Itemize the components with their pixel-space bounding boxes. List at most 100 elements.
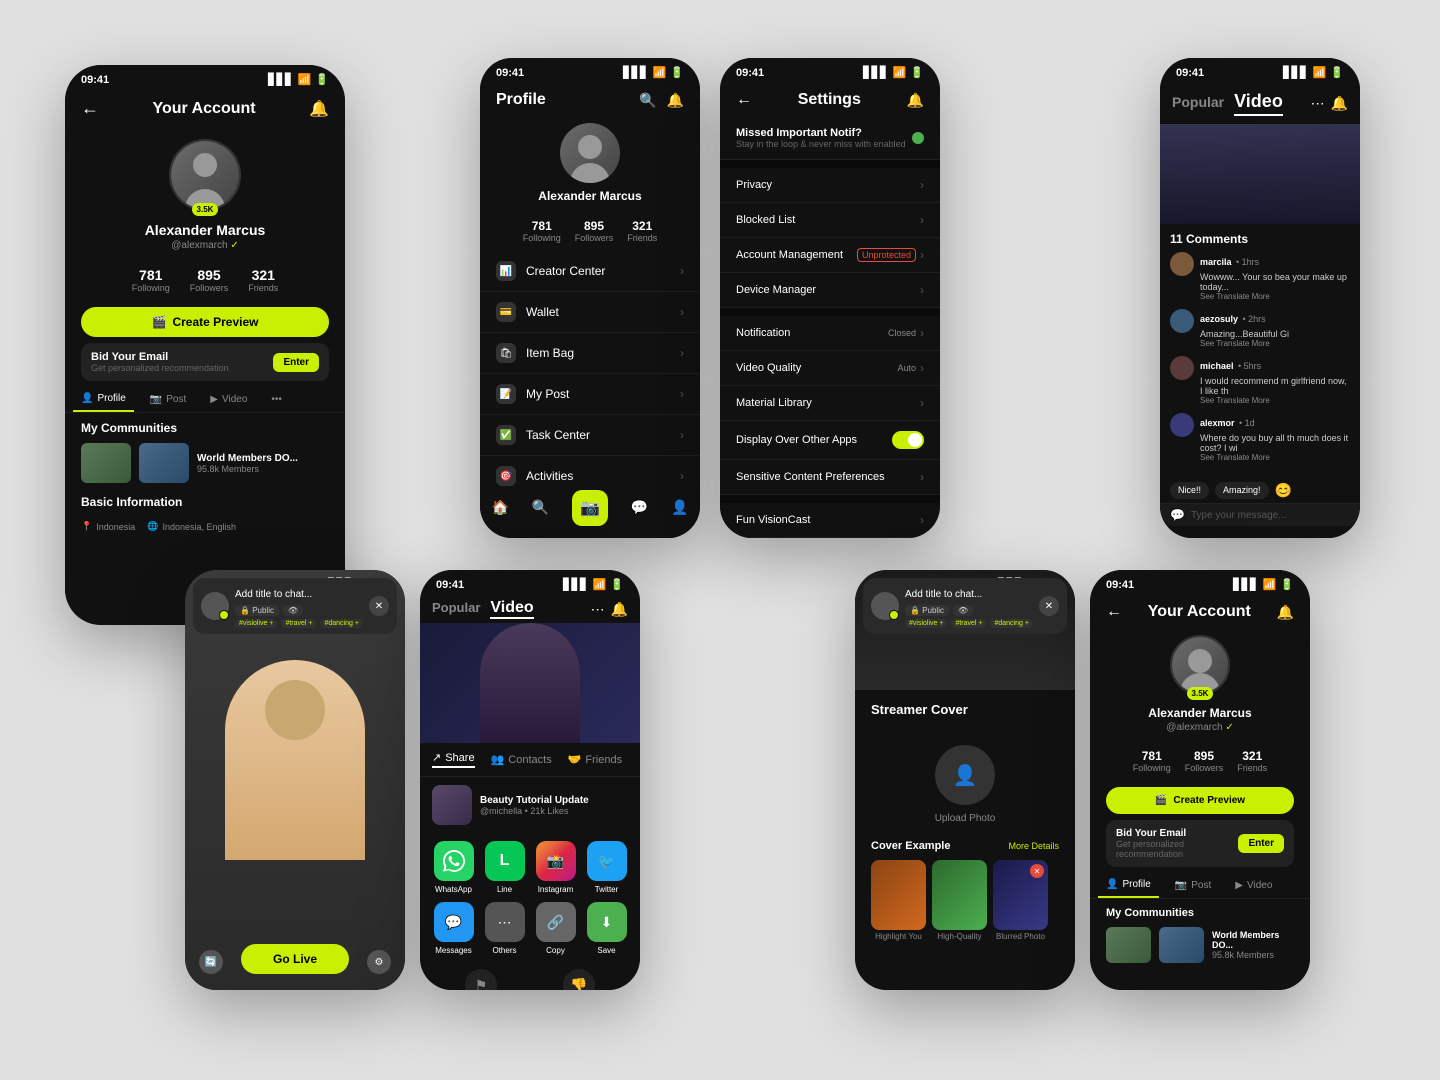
settings-device[interactable]: Device Manager › [720,273,940,308]
delete-cover-icon[interactable]: ✕ [1030,864,1044,878]
settings-visioncast[interactable]: Fun VisionCast › [720,503,940,538]
reaction-emoji[interactable]: 😊 [1275,482,1292,499]
share-tab-contacts[interactable]: 👥 Contacts [491,751,552,768]
settings-account-mgmt[interactable]: Account Management Unprotected › [720,238,940,273]
cover-example-3[interactable]: ✕ Blurred Photo [993,860,1048,941]
reaction-amazing[interactable]: Amazing! [1215,482,1269,499]
cover-example-2[interactable]: High-Quality [932,860,987,941]
app-instagram[interactable]: 📸 Instagram [534,841,577,894]
app-save[interactable]: ⬇ Save [585,902,628,955]
tab-post-8[interactable]: 📷Post [1167,873,1219,898]
reaction-nice[interactable]: Nice!! [1170,482,1209,499]
options-icon-6[interactable]: ⋯ [591,601,605,618]
stat2-following[interactable]: 781 Following [523,219,561,243]
nav-home[interactable]: 🏠 [491,498,509,526]
go-live-button[interactable]: Go Live [241,944,349,974]
tab-video-8[interactable]: ▶Video [1227,873,1280,898]
display-over-toggle[interactable] [892,431,924,449]
search-icon[interactable]: 🔍 [639,92,656,109]
stat-following[interactable]: 781 Following [132,267,170,293]
nav-record[interactable]: 📷 [572,498,608,526]
back-icon-8[interactable]: ← [1106,603,1122,621]
nav-profile[interactable]: 👤 [671,498,689,526]
menu-wallet[interactable]: 💳 Wallet › [480,292,700,333]
stat-friends[interactable]: 321 Friends [248,267,278,293]
notification-icon[interactable]: 🔔 [667,92,684,109]
settings-privacy[interactable]: Privacy › [720,168,940,203]
tab-video-active[interactable]: Video [1234,91,1283,116]
visibility-badge[interactable]: 👁 [283,605,303,616]
settings-display-over[interactable]: Display Over Other Apps [720,421,940,460]
menu-my-post[interactable]: 📝 My Post › [480,374,700,415]
stats-row-1: 781 Following 895 Followers 321 Friends [65,259,345,301]
nav-discover[interactable]: 🔍 [532,498,550,526]
app-whatsapp[interactable]: WhatsApp [432,841,475,894]
app-messages[interactable]: 💬 Messages [432,902,475,955]
public-badge-7[interactable]: 🔒 Public [905,605,949,616]
stat8-following[interactable]: 781 Following [1133,749,1171,773]
avatar-8[interactable] [1170,635,1230,695]
user-avatar[interactable] [169,139,241,211]
upload-photo-text[interactable]: Upload Photo [935,813,996,824]
app-copy[interactable]: 🔗 Copy [534,902,577,955]
report-action[interactable]: ⚑ Report [465,969,497,990]
tab-more[interactable]: ••• [263,387,290,412]
app-line[interactable]: L Line [483,841,526,894]
tab-video[interactable]: ▶Video [202,387,255,412]
vis-badge-7[interactable]: 👁 [953,605,973,616]
close-popup-7[interactable]: ✕ [1039,596,1059,616]
enter-email-button[interactable]: Enter [273,353,319,372]
settings-notification[interactable]: Notification Closed › [720,316,940,351]
record-button[interactable]: 📷 [572,490,608,526]
tab-popular[interactable]: Popular [1172,94,1224,110]
share-tab-share[interactable]: ↗ Share [432,751,475,768]
avatar-2[interactable] [560,123,620,183]
settings-video-quality[interactable]: Video Quality Auto › [720,351,940,386]
creator-center-icon: 📊 [496,261,516,281]
community-item-8[interactable]: World Members DO... 95.8k Members [1090,923,1310,967]
bell-icon[interactable]: 🔔 [309,99,329,119]
stat2-followers[interactable]: 895 Followers [575,219,614,243]
create-preview-button[interactable]: 🎬 Create Preview [81,307,329,337]
menu-task-center[interactable]: ✅ Task Center › [480,415,700,456]
tab-post[interactable]: 📷Post [142,387,194,412]
enter-btn-8[interactable]: Enter [1238,834,1284,853]
badge-row: 🔒 Public 👁 [235,605,363,616]
stat8-followers[interactable]: 895 Followers [1185,749,1224,773]
popular-tab[interactable]: Popular [432,600,480,615]
more-options-icon[interactable]: ⋯ [1311,95,1325,112]
dislike-action[interactable]: 👎 Dislike [563,969,595,990]
camera-flip-icon[interactable]: 🔄 [199,950,223,974]
settings-material-lib[interactable]: Material Library › [720,386,940,421]
close-popup-button[interactable]: ✕ [369,596,389,616]
menu-creator-center[interactable]: 📊 Creator Center › [480,251,700,292]
settings-live-icon[interactable]: ⚙ [367,950,391,974]
more-details-link[interactable]: More Details [1008,841,1059,851]
video-tab-active[interactable]: Video [490,599,533,619]
notification-toggle[interactable] [912,132,924,144]
menu-item-bag[interactable]: 🛍 Item Bag › [480,333,700,374]
message-input-icon: 💬 [1170,508,1185,522]
notification-icon-video[interactable]: 🔔 [1331,95,1348,112]
back-icon-settings[interactable]: ← [736,91,752,109]
bell-icon-8[interactable]: 🔔 [1277,604,1294,621]
message-input-placeholder[interactable]: Type your message... [1191,510,1287,521]
share-tab-friends[interactable]: 🤝 Friends [568,751,622,768]
public-badge[interactable]: 🔒 Public [235,605,279,616]
cover-example-1[interactable]: Highlight You [871,860,926,941]
app-others[interactable]: ⋯ Others [483,902,526,955]
back-icon[interactable]: ← [81,98,99,119]
settings-blocked[interactable]: Blocked List › [720,203,940,238]
notification-icon-settings[interactable]: 🔔 [907,92,924,109]
bell-icon-6[interactable]: 🔔 [611,601,628,618]
stat2-friends[interactable]: 321 Friends [627,219,657,243]
community-list-item[interactable]: World Members DO... 95.8k Members [65,439,345,487]
app-twitter[interactable]: 🐦 Twitter [585,841,628,894]
settings-sensitive[interactable]: Sensitive Content Preferences › [720,460,940,495]
tab-profile-8[interactable]: 👤Profile [1098,873,1159,898]
tab-profile[interactable]: 👤Profile [73,387,134,412]
stat-followers[interactable]: 895 Followers [190,267,229,293]
stat8-friends[interactable]: 321 Friends [1237,749,1267,773]
nav-messages[interactable]: 💬 [630,498,648,526]
create-preview-button-8[interactable]: 🎬 Create Preview [1106,787,1294,814]
